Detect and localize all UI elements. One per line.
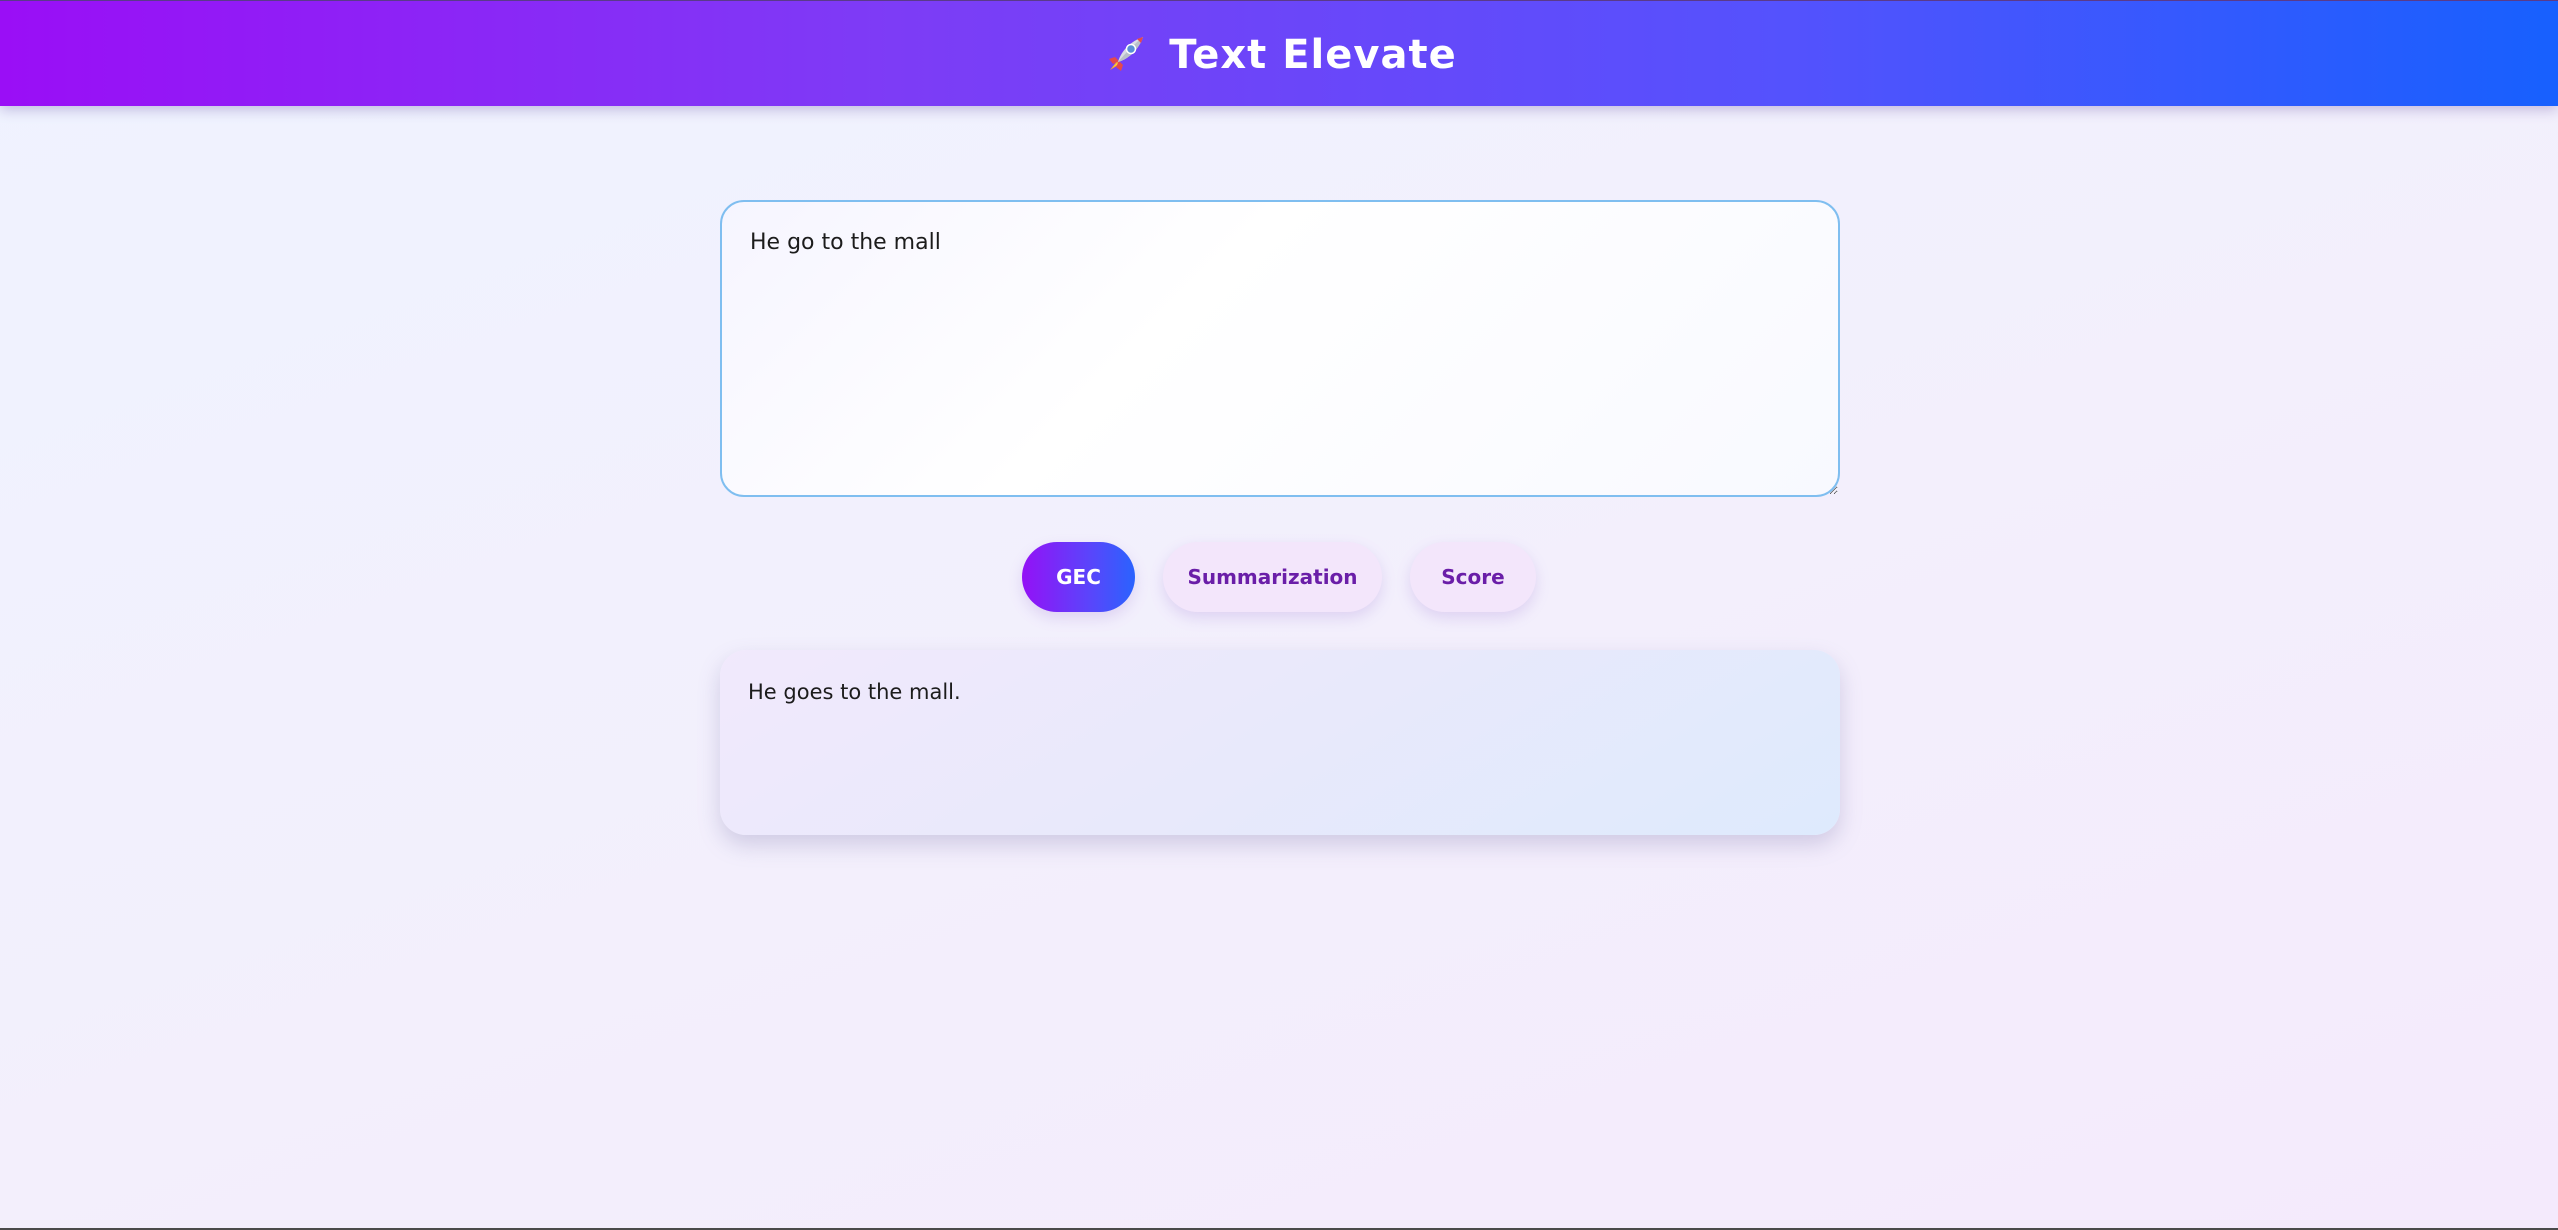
app-header: Text Elevate [0,0,2558,106]
score-button[interactable]: Score [1410,542,1536,612]
gec-button[interactable]: GEC [1022,542,1135,612]
rocket-icon [1101,31,1149,79]
summarization-button[interactable]: Summarization [1163,542,1382,612]
result-text: He goes to the mall. [748,680,961,704]
app-title: Text Elevate [1169,32,1457,78]
action-bar: GEC Summarization Score [0,542,2558,612]
input-textarea[interactable] [720,200,1840,497]
brand: Text Elevate [0,31,2558,79]
result-panel: He goes to the mall. [720,650,1840,835]
